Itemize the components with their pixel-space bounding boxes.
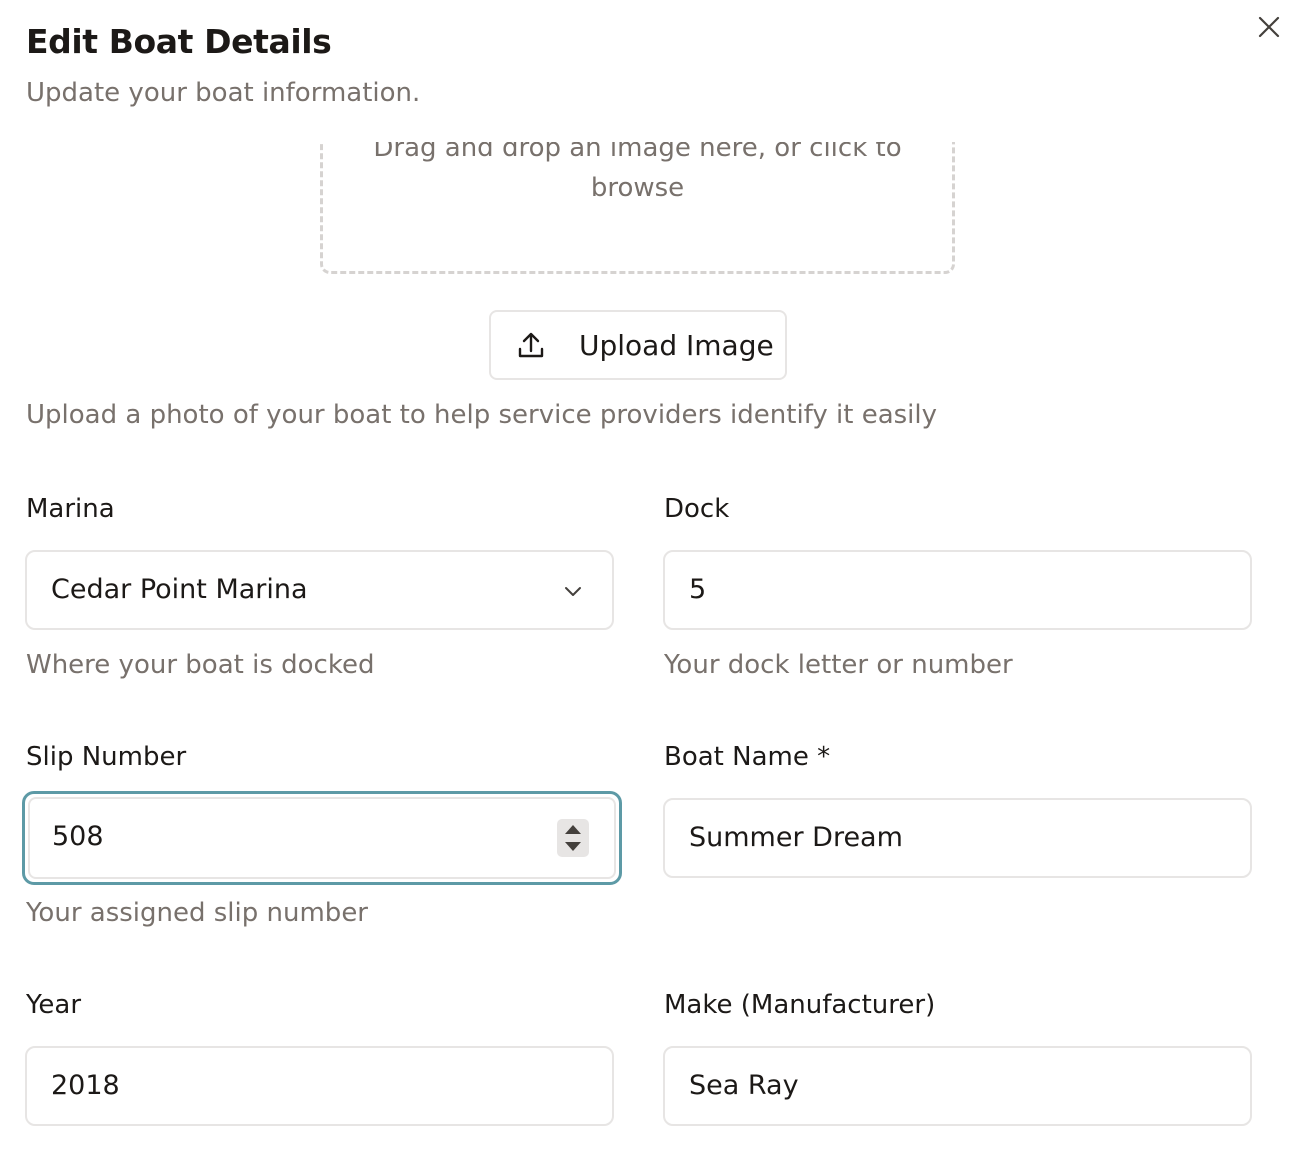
year-input[interactable]: 2018 bbox=[25, 1046, 614, 1126]
slip-number-input-inner bbox=[28, 797, 616, 879]
upload-icon bbox=[518, 332, 544, 358]
dialog-body[interactable]: Drag and drop an image here, or click to… bbox=[0, 142, 1300, 1172]
dialog-subtitle: Update your boat information. bbox=[26, 78, 421, 108]
upload-image-button[interactable]: Upload Image bbox=[489, 310, 787, 380]
chevron-down-icon bbox=[565, 587, 581, 596]
upload-image-label: Upload Image bbox=[579, 329, 774, 362]
number-stepper[interactable] bbox=[557, 819, 589, 857]
dialog-title: Edit Boat Details bbox=[26, 22, 332, 61]
make-label: Make (Manufacturer) bbox=[664, 990, 936, 1020]
upload-help-text: Upload a photo of your boat to help serv… bbox=[26, 400, 938, 430]
boat-name-label: Boat Name * bbox=[664, 742, 831, 772]
image-dropzone[interactable]: Drag and drop an image here, or click to… bbox=[320, 142, 955, 274]
dock-input[interactable]: 5 bbox=[663, 550, 1252, 630]
slip-number-input-value: 508 bbox=[52, 821, 104, 852]
slip-number-helper: Your assigned slip number bbox=[26, 898, 368, 928]
dock-label: Dock bbox=[664, 494, 730, 524]
marina-helper: Where your boat is docked bbox=[26, 650, 375, 680]
dropzone-text: Drag and drop an image here, or click to… bbox=[373, 142, 902, 203]
boat-name-input-value: Summer Dream bbox=[689, 822, 903, 853]
stepper-up-icon[interactable] bbox=[565, 825, 581, 834]
marina-select-value: Cedar Point Marina bbox=[51, 574, 308, 605]
marina-label: Marina bbox=[26, 494, 115, 524]
stepper-down-icon[interactable] bbox=[565, 842, 581, 851]
close-button[interactable] bbox=[1252, 10, 1286, 44]
dock-input-value: 5 bbox=[689, 574, 707, 605]
make-input[interactable]: Sea Ray bbox=[663, 1046, 1252, 1126]
slip-number-label: Slip Number bbox=[26, 742, 187, 772]
year-label: Year bbox=[26, 990, 82, 1020]
marina-select[interactable]: Cedar Point Marina bbox=[25, 550, 614, 630]
dock-helper: Your dock letter or number bbox=[664, 650, 1013, 680]
edit-boat-dialog: Edit Boat Details Update your boat infor… bbox=[0, 0, 1300, 1172]
boat-name-input[interactable]: Summer Dream bbox=[663, 798, 1252, 878]
year-input-value: 2018 bbox=[51, 1070, 120, 1101]
slip-number-input[interactable]: 508 bbox=[22, 791, 622, 885]
close-icon bbox=[1258, 16, 1280, 38]
make-input-value: Sea Ray bbox=[689, 1070, 799, 1101]
